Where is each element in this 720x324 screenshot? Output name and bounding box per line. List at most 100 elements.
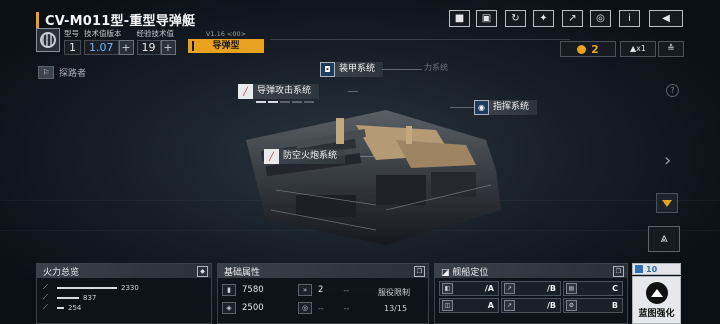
stat-empty: ◎ -- -- <box>298 300 350 316</box>
coin-value: 2 <box>591 42 599 56</box>
firepower-bar <box>57 296 79 299</box>
refresh-button[interactable]: ↻ <box>505 10 526 27</box>
shield-icon: ◘ <box>320 62 335 77</box>
armor-icon: ◈ <box>222 302 236 314</box>
cannon-icon: ⟋ <box>43 283 48 291</box>
type-tag-label: 导弹型 <box>212 41 240 51</box>
chevron-up-icon <box>645 281 668 304</box>
armor-stat: ◈ 2500 <box>222 300 264 316</box>
lift-button[interactable]: ≙ <box>658 41 684 57</box>
service-limit-label: 服役限制 <box>378 288 410 297</box>
slot-icon: ▤ <box>566 283 577 294</box>
screenshot-icon: ▣ <box>481 13 492 24</box>
robot-arm-icon: ✦ <box>539 13 548 24</box>
callout-command-label: 指挥系统 <box>489 100 538 115</box>
title-accent <box>36 11 39 28</box>
external-link-button[interactable]: ↗ <box>562 10 583 27</box>
triangle-down-icon <box>662 199 672 207</box>
callout-missile-label: 导弹攻击系统 <box>253 84 320 99</box>
explorer-tag[interactable]: ⚐ 探路者 <box>38 66 86 79</box>
armor-value: 2500 <box>242 303 264 313</box>
blueprint-enhance-button[interactable]: 蓝图强化 <box>632 276 681 324</box>
callout-line <box>450 107 474 108</box>
positioning-title: ◪ 舰船定位 <box>441 267 489 278</box>
firepower-panel[interactable]: 火力总览 ◆ ⟋ 2330 ⟋ 837 ⟋ 254 <box>36 263 212 324</box>
positioning-panel[interactable]: ◪ 舰船定位 ❐ ◧/A ↗/B ▤ C ◫ A ↗/B ⚙ B <box>434 263 628 324</box>
faction-emblem-icon <box>36 28 60 52</box>
video-icon: ■ <box>454 13 465 24</box>
next-arrow-icon[interactable]: › <box>664 150 671 171</box>
missile-progress <box>256 101 314 103</box>
rank-button[interactable]: ▲x1 <box>620 41 656 57</box>
firepower-title: 火力总览 <box>43 267 80 278</box>
spec-model-label: 型号 <box>64 29 79 38</box>
firepower-bar <box>57 286 117 289</box>
spec-exp-tech: 经验技术值 19 + <box>136 28 176 55</box>
speed-value: 2 <box>318 285 324 295</box>
hp-stat: ▮ 7580 <box>222 282 264 298</box>
stat-dash: -- <box>343 303 350 313</box>
firepower-row: ⟋ 2330 <box>43 283 139 292</box>
callout-missile-system[interactable]: ╱ 导弹攻击系统 <box>238 84 320 99</box>
video-button[interactable]: ■ <box>449 10 470 27</box>
speed-stat: » 2 -- <box>298 282 349 298</box>
positioning-expand-button[interactable]: ❐ <box>613 265 624 277</box>
spec-model-value: 1 <box>64 40 81 55</box>
spec-tech-version: 技术值版本 1.07 + <box>84 28 134 55</box>
spec-exp-tech-label: 经验技术值 <box>136 29 175 38</box>
firepower-row: ⟋ 837 <box>43 293 96 302</box>
hp-value: 7580 <box>242 285 264 295</box>
position-slot[interactable]: ⚙ B <box>563 298 623 313</box>
external-link-icon: ↗ <box>568 13 577 24</box>
position-slot[interactable]: ↗/B <box>501 298 561 313</box>
upgrade-button[interactable]: ⩓ <box>648 226 680 252</box>
firepower-bar <box>57 306 64 309</box>
target-button[interactable]: ◎ <box>590 10 611 27</box>
attributes-panel[interactable]: 基础属性 ❐ ▮ 7580 ◈ 2500 » 2 -- ◎ -- -- 服役限制… <box>217 263 429 324</box>
attributes-expand-button[interactable]: ❐ <box>414 265 425 277</box>
explorer-label: 探路者 <box>59 69 87 79</box>
firepower-row: ⟋ 254 <box>43 303 81 312</box>
aa-gun-icon: ╱ <box>264 149 279 164</box>
lift-icon: ≙ <box>667 44 675 54</box>
spec-tech-version-label: 技术值版本 <box>84 29 122 38</box>
expand-button[interactable] <box>656 193 678 213</box>
robot-arm-button[interactable]: ✦ <box>533 10 554 27</box>
blueprint-enhance-label: 蓝图强化 <box>638 308 675 319</box>
upgrade-icon: ⩓ <box>660 231 668 246</box>
hp-icon: ▮ <box>222 284 236 296</box>
title-block: CV-M011型-重型导弹艇 <box>36 10 195 29</box>
target-icon: ◎ <box>596 13 605 24</box>
firepower-info-button[interactable]: ◆ <box>197 265 208 277</box>
blueprint-icon <box>635 265 643 273</box>
firepower-value: 837 <box>83 293 97 302</box>
firepower-value: 2330 <box>121 283 139 292</box>
callout-aa-system[interactable]: ╱ 防空火炮系统 <box>264 149 346 164</box>
tech-version-plus-button[interactable]: + <box>118 40 134 55</box>
screenshot-button[interactable]: ▣ <box>476 10 497 27</box>
back-button[interactable]: ◀ <box>649 10 683 27</box>
refresh-icon: ↻ <box>511 13 520 24</box>
callout-armor-label: 装甲系统 <box>335 62 384 77</box>
callout-command-system[interactable]: ◉ 指挥系统 <box>474 100 538 115</box>
info-button[interactable]: i <box>619 10 640 27</box>
back-icon: ◀ <box>662 13 670 24</box>
exp-tech-plus-button[interactable]: + <box>160 40 176 55</box>
aa-icon: ⟋ <box>43 303 48 311</box>
position-slot[interactable]: ◧/A <box>439 281 499 296</box>
version-text: V1.16 <00> <box>205 30 247 38</box>
type-tag[interactable]: 导弹型 <box>188 39 264 53</box>
position-slot[interactable]: ◫ A <box>439 298 499 313</box>
position-slot[interactable]: ▤ C <box>563 281 623 296</box>
slot-icon: ⚙ <box>566 300 577 311</box>
position-slot[interactable]: ↗/B <box>501 281 561 296</box>
callout-armor-system[interactable]: ◘ 装甲系统 <box>320 62 384 77</box>
speed-icon: » <box>298 284 312 296</box>
blueprint-count: 10 <box>632 263 681 275</box>
coin-counter[interactable]: 2 <box>560 41 616 57</box>
missile-icon: ╱ <box>238 84 253 99</box>
stat-dash: -- <box>318 303 324 313</box>
callout-line <box>382 69 422 70</box>
help-icon[interactable]: ? <box>666 84 679 97</box>
ship-model[interactable] <box>236 100 516 250</box>
